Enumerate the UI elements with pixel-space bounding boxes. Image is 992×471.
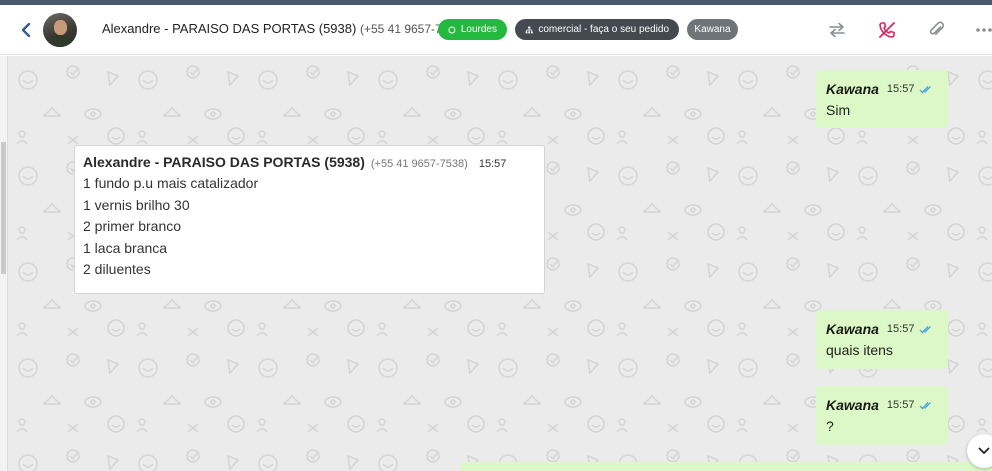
- double-check-icon: [919, 85, 934, 94]
- avatar[interactable]: [43, 13, 77, 47]
- message-text: Sim: [826, 102, 851, 118]
- whatsapp-connection-tag: Lourdes: [438, 19, 507, 40]
- chevron-down-icon: [978, 447, 990, 454]
- message-text: 1 fundo p.u mais catalizador 1 vernis br…: [83, 173, 536, 281]
- user-tag-label: Kawana: [694, 24, 731, 35]
- message-line: 1 vernis brilho 30: [83, 196, 190, 213]
- message-sender: Kawana: [826, 397, 879, 413]
- message-line: 1 laca branca: [83, 239, 168, 256]
- left-scrollbar-thumb[interactable]: [1, 142, 6, 274]
- chat-header: Alexandre - PARAISO DAS PORTAS (5938) (+…: [0, 5, 992, 55]
- left-scrollbar[interactable]: [0, 56, 8, 471]
- whatsapp-icon: [448, 26, 456, 33]
- message-time: 15:57: [886, 399, 915, 411]
- transfer-icon[interactable]: [827, 20, 847, 40]
- more-icon[interactable]: [975, 20, 992, 40]
- sitemap-icon: [525, 26, 533, 33]
- message-line: 2 diluentes: [83, 261, 151, 278]
- attach-icon[interactable]: [927, 20, 947, 40]
- double-check-icon: [919, 325, 934, 334]
- message-bubble-outgoing-partial[interactable]: [460, 462, 992, 471]
- message-text: ?: [826, 418, 834, 434]
- message-sender-phone: (+55 41 9657-7538): [370, 158, 468, 170]
- contact-name: Alexandre - PARAISO DAS PORTAS (5938): [102, 21, 357, 36]
- message-line: 2 primer branco: [83, 218, 182, 235]
- department-tag: comercial - faça o seu pedido: [515, 19, 679, 40]
- message-list[interactable]: Kawana 15:57 Sim Alexandre - PARAISO DAS…: [8, 56, 992, 471]
- message-time: 15:57: [478, 158, 507, 170]
- contact-title[interactable]: Alexandre - PARAISO DAS PORTAS (5938) (+…: [102, 21, 466, 36]
- back-icon[interactable]: [18, 19, 34, 41]
- message-line: 1 fundo p.u mais catalizador: [83, 175, 259, 191]
- message-bubble-outgoing[interactable]: Kawana 15:57 quais itens: [816, 310, 948, 369]
- message-sender: Kawana: [826, 321, 879, 337]
- department-tag-label: comercial - faça o seu pedido: [538, 24, 669, 35]
- whatsapp-tag-label: Lourdes: [460, 24, 497, 35]
- message-bubble-incoming[interactable]: Alexandre - PARAISO DAS PORTAS (5938) (+…: [74, 145, 545, 294]
- message-text: quais itens: [826, 342, 893, 358]
- end-call-icon[interactable]: [877, 20, 897, 40]
- user-tag: Kawana: [687, 19, 738, 40]
- message-sender: Kawana: [826, 81, 879, 97]
- double-check-icon: [919, 401, 934, 410]
- message-sender: Alexandre - PARAISO DAS PORTAS (5938): [83, 154, 365, 170]
- message-time: 15:57: [886, 323, 915, 335]
- message-bubble-outgoing[interactable]: Kawana 15:57 ?: [816, 386, 948, 445]
- message-time: 15:57: [886, 83, 915, 95]
- message-bubble-outgoing[interactable]: Kawana 15:57 Sim: [816, 70, 948, 128]
